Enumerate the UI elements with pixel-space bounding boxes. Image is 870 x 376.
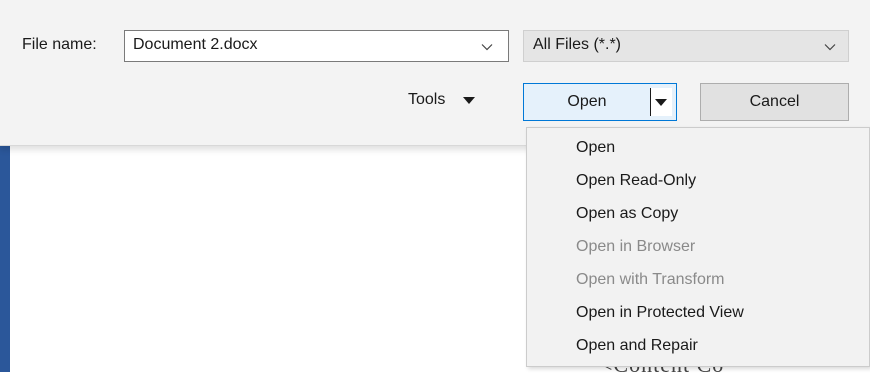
- dropdown-arrow-icon: [463, 96, 476, 104]
- dropdown-arrow-icon: [655, 99, 667, 106]
- chevron-down-icon[interactable]: [824, 41, 836, 53]
- chevron-down-icon[interactable]: [481, 41, 493, 53]
- tools-menu-button[interactable]: Tools: [408, 91, 476, 109]
- menu-item-open-with-transform: Open with Transform: [576, 271, 725, 288]
- menu-item-open-protected-view[interactable]: Open in Protected View: [576, 298, 744, 328]
- document-margin: [10, 145, 24, 372]
- menu-item-open-as-copy[interactable]: Open as Copy: [576, 199, 678, 229]
- open-dialog-footer: File name: Document 2.docx All Files (*.…: [0, 0, 870, 146]
- open-options-menu: Open Open Read-Only Open as Copy Open in…: [526, 127, 870, 367]
- open-button[interactable]: Open: [524, 84, 650, 120]
- tools-label: Tools: [408, 91, 446, 108]
- open-options-dropdown[interactable]: [650, 88, 672, 116]
- file-type-select[interactable]: All Files (*.*): [523, 30, 849, 62]
- word-ribbon-edge: [0, 145, 10, 372]
- cancel-button[interactable]: Cancel: [700, 83, 849, 121]
- menu-item-open-in-browser: Open in Browser: [576, 238, 696, 255]
- open-split-button[interactable]: Open: [523, 83, 677, 121]
- file-name-label: File name:: [22, 36, 97, 53]
- menu-item-open[interactable]: Open: [576, 133, 615, 163]
- menu-item-open-read-only[interactable]: Open Read-Only: [576, 166, 696, 196]
- file-name-combobox[interactable]: Document 2.docx: [124, 30, 509, 62]
- file-type-value: All Files (*.*): [533, 36, 622, 53]
- file-name-input[interactable]: Document 2.docx: [133, 36, 258, 54]
- menu-item-open-and-repair[interactable]: Open and Repair: [576, 331, 698, 361]
